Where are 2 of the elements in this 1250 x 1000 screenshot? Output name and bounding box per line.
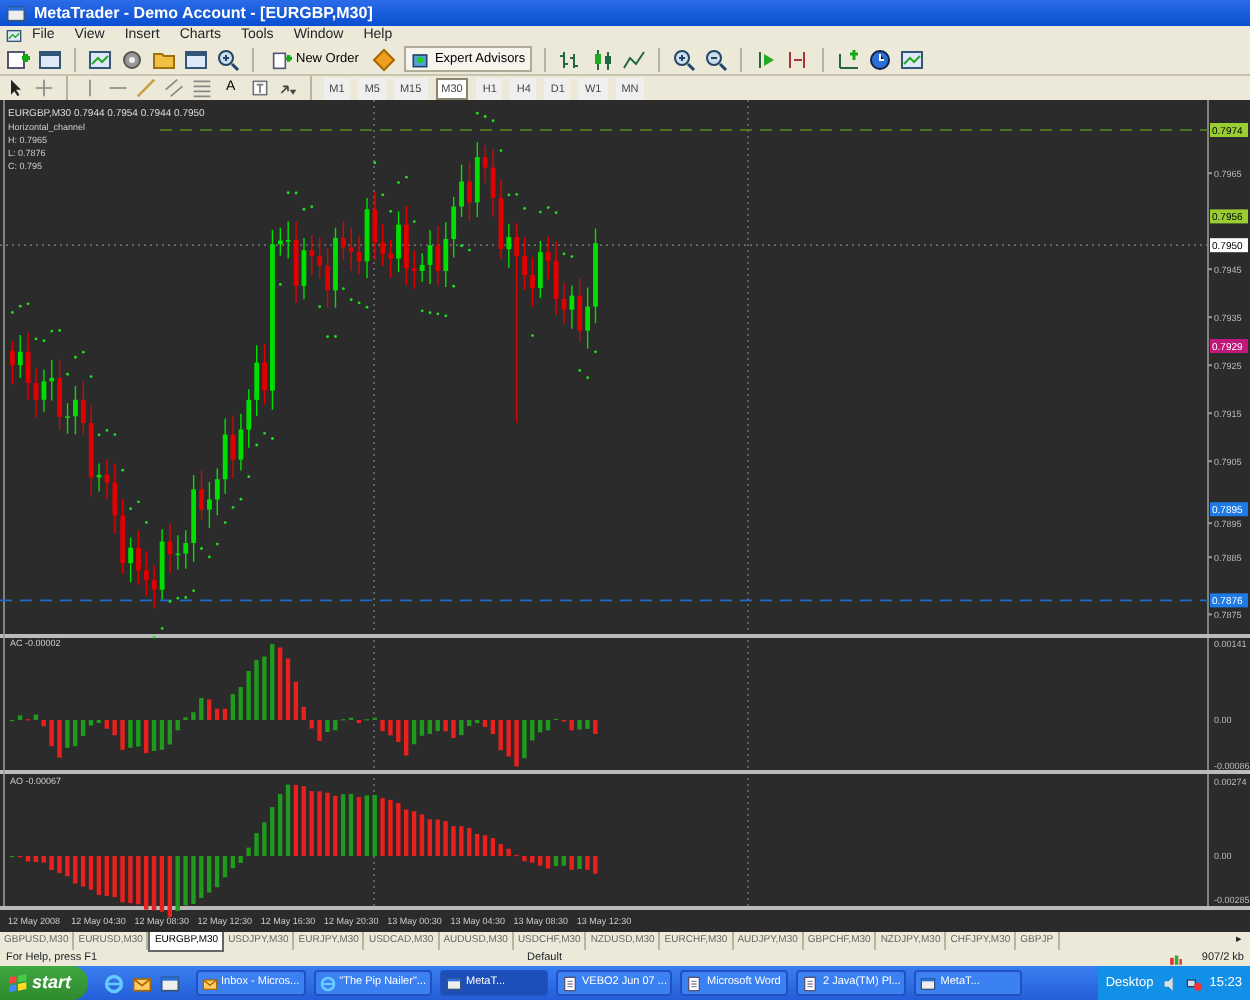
start-button[interactable]: start bbox=[0, 966, 88, 1000]
window-title: MetaTrader - Demo Account - [EURGBP,M30] bbox=[34, 2, 373, 26]
